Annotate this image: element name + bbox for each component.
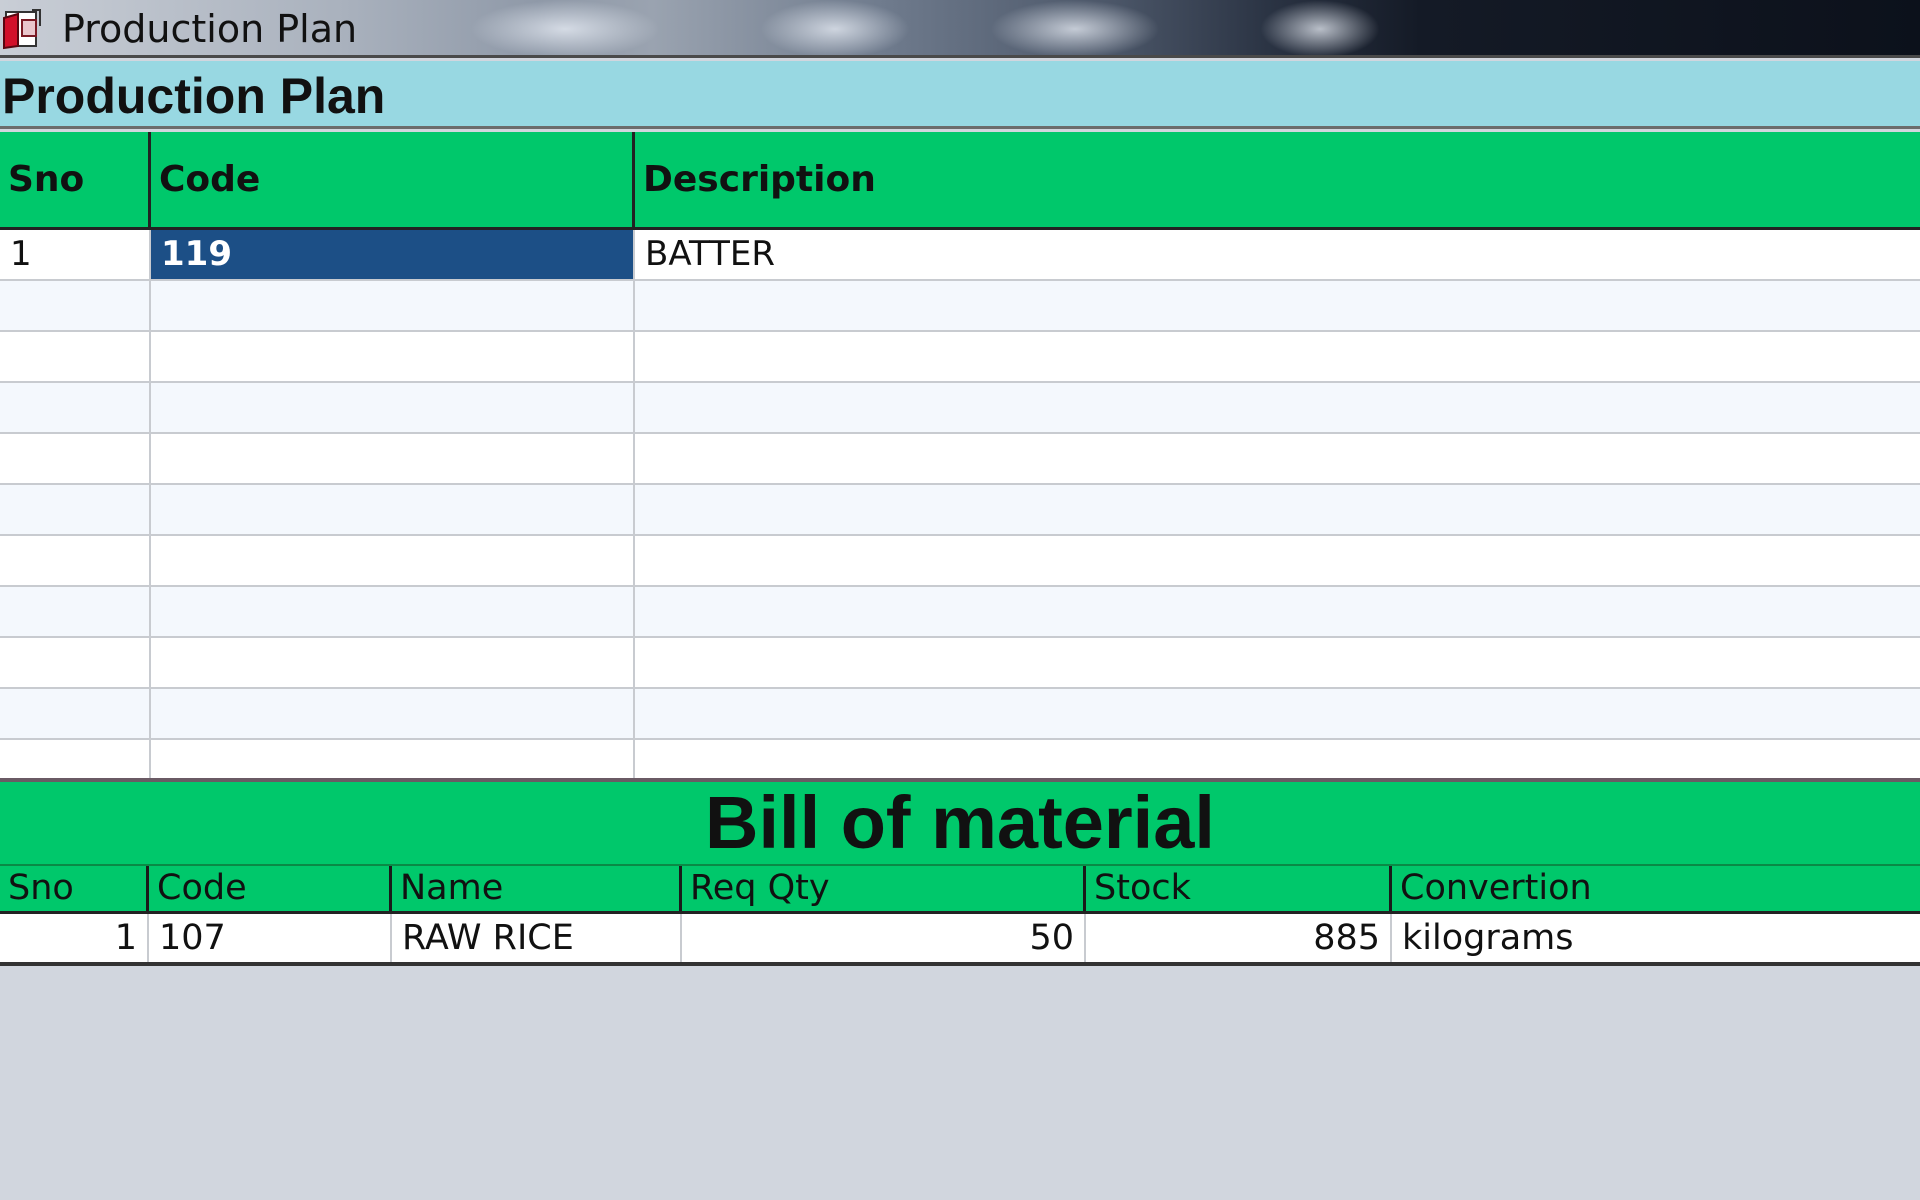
titlebar-glow [1260, 0, 1380, 55]
grid-header: Sno Code Description [0, 132, 1920, 230]
grid-cell-sno[interactable] [0, 332, 151, 381]
grid-cell-code[interactable]: 119 [151, 230, 635, 279]
table-row[interactable] [0, 689, 1920, 740]
grid-cell-description[interactable] [635, 281, 1920, 330]
table-row[interactable] [0, 434, 1920, 485]
grid-cell-sno[interactable] [0, 485, 151, 534]
grid-body: 1 119 BATTER [0, 230, 1920, 791]
grid-cell-code[interactable] [151, 536, 635, 585]
grid-cell-description[interactable] [635, 332, 1920, 381]
bom-cell-req-qty[interactable]: 50 [682, 914, 1086, 962]
bom-row[interactable]: 1 107 RAW RICE 50 885 kilograms [0, 914, 1920, 966]
grid-cell-code[interactable] [151, 383, 635, 432]
grid-cell-code[interactable] [151, 689, 635, 738]
grid-cell-code[interactable] [151, 332, 635, 381]
grid-cell-code[interactable] [151, 485, 635, 534]
grid-cell-sno[interactable] [0, 638, 151, 687]
production-plan-grid[interactable]: Sno Code Description 1 119 BATTER [0, 132, 1920, 791]
grid-cell-description[interactable] [635, 383, 1920, 432]
bom-cell-code[interactable]: 107 [149, 914, 392, 962]
table-row[interactable] [0, 536, 1920, 587]
column-header-sno[interactable]: Sno [0, 132, 151, 227]
grid-cell-description[interactable]: BATTER [635, 230, 1920, 279]
grid-cell-code[interactable] [151, 638, 635, 687]
bom-column-header-code[interactable]: Code [149, 866, 392, 911]
grid-cell-sno[interactable]: 1 [0, 230, 151, 279]
grid-cell-code[interactable] [151, 434, 635, 483]
window-title: Production Plan [62, 7, 358, 51]
column-header-description[interactable]: Description [635, 132, 1920, 227]
bom-column-header-convertion[interactable]: Convertion [1392, 866, 1920, 911]
page-title: Production Plan [2, 68, 386, 124]
grid-cell-code[interactable] [151, 281, 635, 330]
titlebar-glow [760, 0, 910, 55]
grid-cell-code[interactable] [151, 587, 635, 636]
table-row[interactable] [0, 638, 1920, 689]
bom-column-header-stock[interactable]: Stock [1086, 866, 1392, 911]
grid-cell-description[interactable] [635, 689, 1920, 738]
grid-cell-description[interactable] [635, 434, 1920, 483]
table-row[interactable] [0, 332, 1920, 383]
bom-column-header-req-qty[interactable]: Req Qty [682, 866, 1086, 911]
bom-cell-stock[interactable]: 885 [1086, 914, 1392, 962]
bom-title: Bill of material [0, 782, 1920, 864]
table-row[interactable] [0, 485, 1920, 536]
bom-cell-name[interactable]: RAW RICE [392, 914, 682, 962]
bom-cell-sno[interactable]: 1 [0, 914, 149, 962]
grid-cell-description[interactable] [635, 638, 1920, 687]
table-row[interactable] [0, 281, 1920, 332]
grid-cell-sno[interactable] [0, 587, 151, 636]
empty-panel [0, 966, 1920, 1200]
grid-cell-sno[interactable] [0, 281, 151, 330]
grid-cell-description[interactable] [635, 536, 1920, 585]
bom-cell-convertion[interactable]: kilograms [1392, 914, 1920, 962]
bom-column-header-sno[interactable]: Sno [0, 866, 149, 911]
grid-cell-description[interactable] [635, 587, 1920, 636]
titlebar-glow [470, 0, 660, 55]
grid-cell-sno[interactable] [0, 689, 151, 738]
grid-cell-sno[interactable] [0, 434, 151, 483]
column-header-code[interactable]: Code [151, 132, 635, 227]
page-header: Production Plan [0, 61, 1920, 129]
grid-cell-sno[interactable] [0, 383, 151, 432]
app-document-icon[interactable] [2, 8, 48, 50]
grid-cell-sno[interactable] [0, 536, 151, 585]
bom-header: Sno Code Name Req Qty Stock Convertion [0, 864, 1920, 914]
table-row[interactable] [0, 587, 1920, 638]
table-row[interactable] [0, 383, 1920, 434]
window-titlebar[interactable]: Production Plan [0, 0, 1920, 58]
bom-column-header-name[interactable]: Name [392, 866, 682, 911]
grid-cell-description[interactable] [635, 485, 1920, 534]
table-row[interactable]: 1 119 BATTER [0, 230, 1920, 281]
titlebar-glow [990, 0, 1160, 55]
